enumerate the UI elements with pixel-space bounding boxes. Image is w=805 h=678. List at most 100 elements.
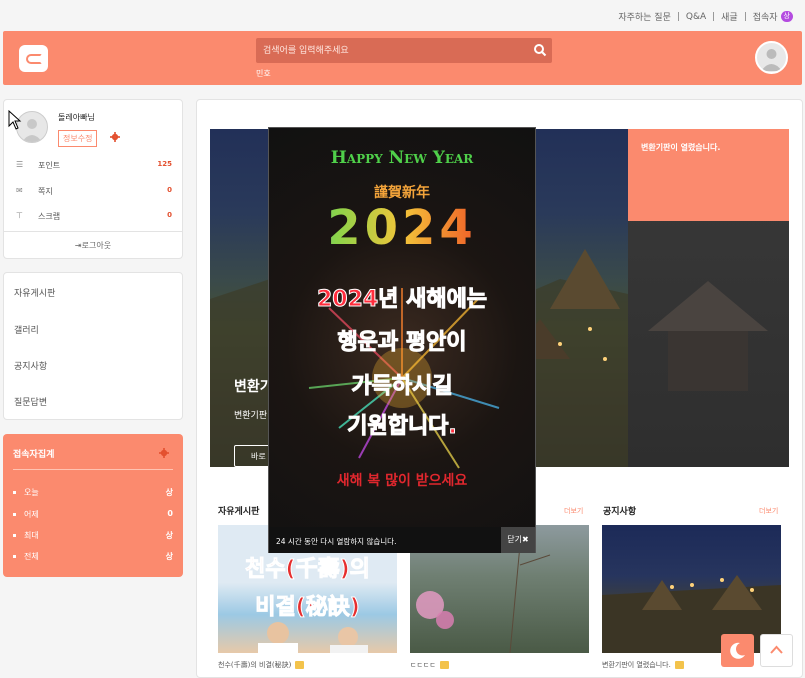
stat-value: 0 xyxy=(167,509,173,518)
stat-value: 상 xyxy=(165,488,173,497)
hero-side-header: 변환기판이 열렸습니다. xyxy=(628,129,789,221)
search-input[interactable] xyxy=(256,38,526,63)
greeting-signature: 새해 복 많이 받으세요 xyxy=(336,473,468,489)
village-night-photo xyxy=(602,575,781,653)
stat-max: 최대 상 xyxy=(13,530,173,541)
greeting-line: 행운과 평안이 xyxy=(337,330,467,356)
greeting-line: 기원합니다. xyxy=(347,414,458,440)
arrow-up-icon xyxy=(770,645,783,654)
visitors-link[interactable]: 접속자 xyxy=(753,10,778,23)
pin-icon: ⊤ xyxy=(16,211,23,220)
divider xyxy=(744,12,746,21)
menu-item-free-board[interactable]: 자유게시판 xyxy=(14,286,55,299)
row-label: 포인트 xyxy=(38,161,61,170)
bullet xyxy=(13,534,16,537)
visitor-stats: 접속자집계 오늘 상 어제 0 최대 상 전체 상 xyxy=(3,434,183,577)
row-value: 0 xyxy=(167,211,172,219)
divider xyxy=(677,12,679,21)
profile-card: 돌레아빠님 정보수정 ☰ 포인트 125 ✉ 쪽지 0 ⊤ 스크랩 0 ⇥로그아… xyxy=(3,99,183,259)
bullet xyxy=(13,555,16,558)
thumbnail-text: 천수(千壽)의 xyxy=(245,557,371,583)
new-year-popup: Happy New Year 謹賀新年 2024 2024년 새해에는 행운과 … xyxy=(268,127,536,553)
caption-text: ㄷㄷㄷㄷ xyxy=(410,661,436,669)
stat-label: 어제 xyxy=(24,510,39,519)
user-avatar[interactable] xyxy=(755,41,788,74)
search-bar xyxy=(256,38,552,63)
scrap-row[interactable]: ⊤ 스크랩 0 xyxy=(4,209,184,225)
site-header: 민호 xyxy=(3,31,802,85)
stat-value: 상 xyxy=(165,552,173,561)
bullet xyxy=(13,513,16,516)
post-caption[interactable]: ㄷㄷㄷㄷ xyxy=(410,660,449,670)
year-text: 2024 xyxy=(269,200,535,256)
qa-link[interactable]: Q&A xyxy=(686,12,706,22)
more-link[interactable]: 더보기 xyxy=(564,506,583,516)
caption-text: 천수(千壽)의 비결(秘訣) xyxy=(218,661,292,669)
popular-keyword[interactable]: 민호 xyxy=(256,68,271,79)
popup-close-button[interactable]: 닫기✖ xyxy=(501,527,535,553)
logo-mark xyxy=(25,53,42,64)
new-posts-link[interactable]: 새글 xyxy=(721,10,738,23)
board-menu: 자유게시판 갤러리 공지사항 질문답변 xyxy=(3,272,183,420)
dark-mode-toggle[interactable] xyxy=(721,634,754,667)
stat-total: 전체 상 xyxy=(13,551,173,562)
stat-label: 전체 xyxy=(24,552,39,561)
profile-name: 돌레아빠님 xyxy=(58,113,95,122)
row-value: 0 xyxy=(167,186,172,194)
hero-subtitle: 변환기판 xyxy=(234,411,268,421)
image-icon xyxy=(439,661,449,669)
post-caption[interactable]: 천수(千壽)의 비결(秘訣) xyxy=(218,660,305,670)
row-label: 쪽지 xyxy=(38,187,53,196)
greeting-line: 2024년 새해에는 xyxy=(316,287,488,313)
search-icon[interactable] xyxy=(533,43,547,57)
scroll-top-button[interactable] xyxy=(760,634,793,667)
image-icon xyxy=(295,661,305,669)
stat-today: 오늘 상 xyxy=(13,487,173,498)
stat-value: 상 xyxy=(165,531,173,540)
hide-24h-button[interactable]: 24 시간 동안 다시 열람하지 않습니다. xyxy=(276,536,396,547)
logout-button[interactable]: ⇥로그아웃 xyxy=(4,231,182,259)
messages-row[interactable]: ✉ 쪽지 0 xyxy=(4,184,184,200)
more-link[interactable]: 더보기 xyxy=(759,506,778,516)
stat-label: 오늘 xyxy=(24,488,39,497)
hero-side-panel[interactable]: 변환기판이 열렸습니다. xyxy=(628,129,789,467)
divider xyxy=(713,12,715,21)
avatar-person-icon xyxy=(761,49,782,71)
close-label: 닫기 xyxy=(507,535,523,544)
hero-side-image xyxy=(648,281,768,391)
edit-profile-button[interactable]: 정보수정 xyxy=(58,130,98,147)
visitors-badge: 상 xyxy=(780,11,793,22)
people-photo xyxy=(258,622,368,653)
gear-icon[interactable] xyxy=(159,448,169,458)
points-row[interactable]: ☰ 포인트 125 xyxy=(4,158,184,174)
stat-yesterday: 어제 0 xyxy=(13,509,173,520)
menu-item-notice[interactable]: 공지사항 xyxy=(14,359,47,372)
new-year-image[interactable]: Happy New Year 謹賀新年 2024 2024년 새해에는 행운과 … xyxy=(269,128,535,527)
menu-item-qna[interactable]: 질문답변 xyxy=(14,395,47,408)
moon-icon xyxy=(730,642,745,659)
post-thumbnail[interactable] xyxy=(602,525,781,653)
stat-label: 최대 xyxy=(24,531,39,540)
notice-title[interactable]: 공지사항 xyxy=(603,504,636,517)
post-caption[interactable]: 변환기판이 열렸습니다. xyxy=(602,660,684,670)
gear-icon[interactable] xyxy=(110,132,120,142)
divider xyxy=(13,469,173,470)
mail-icon: ✉ xyxy=(16,186,23,195)
top-links: 자주하는 질문 Q&A 새글 접속자 상 xyxy=(618,10,793,23)
happy-new-year-text: Happy New Year xyxy=(330,148,474,168)
popup-footer: 24 시간 동안 다시 열람하지 않습니다. 닫기✖ xyxy=(269,527,535,553)
menu-item-gallery[interactable]: 갤러리 xyxy=(14,323,39,336)
site-logo[interactable] xyxy=(19,45,48,72)
close-icon: ✖ xyxy=(522,535,529,544)
logout-icon: ⇥ xyxy=(74,241,82,250)
faq-link[interactable]: 자주하는 질문 xyxy=(618,10,671,23)
hero-side-text: 변환기판이 열렸습니다. xyxy=(641,143,721,152)
row-label: 스크랩 xyxy=(38,212,61,221)
image-icon xyxy=(674,661,684,669)
database-icon: ☰ xyxy=(16,160,24,169)
row-value: 125 xyxy=(157,160,172,168)
logout-label: 로그아웃 xyxy=(81,241,112,250)
hero-title: 변환기 xyxy=(234,379,273,395)
free-board-title[interactable]: 자유게시판 xyxy=(218,504,259,517)
visitor-stats-title: 접속자집계 xyxy=(13,450,55,460)
